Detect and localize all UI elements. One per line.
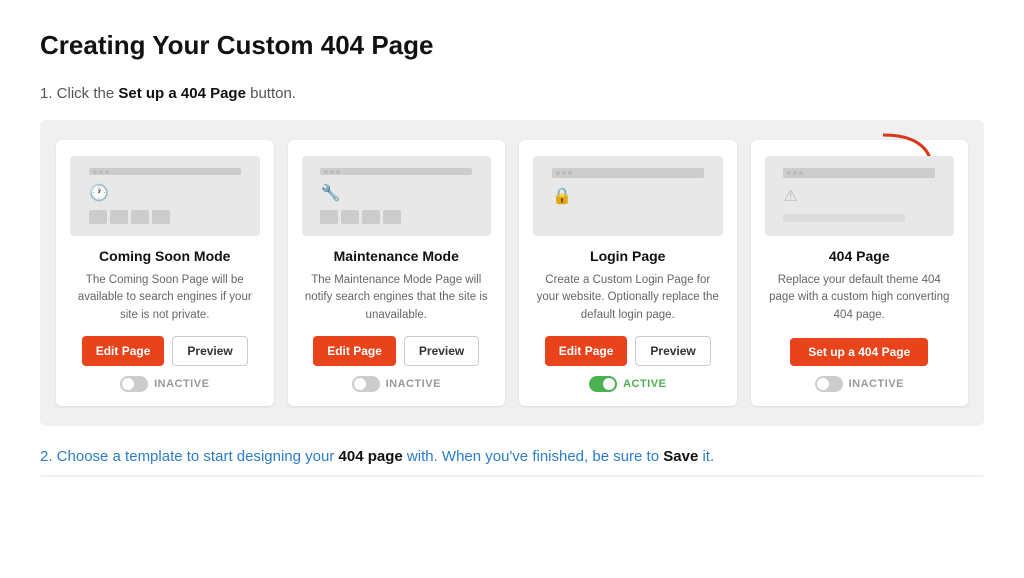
404-toggle[interactable] bbox=[815, 376, 843, 392]
bottom-divider bbox=[40, 475, 984, 477]
cards-row: 🕐 Coming Soon Mode The Coming bbox=[56, 140, 968, 406]
404-title: 404 Page bbox=[829, 248, 890, 264]
wrench-icon: 🔧 bbox=[320, 183, 340, 203]
page-title: Creating Your Custom 404 Page bbox=[40, 30, 984, 61]
lock-icon: 🔒 bbox=[552, 186, 572, 206]
maintenance-toggle[interactable] bbox=[352, 376, 380, 392]
setup-404-button[interactable]: Set up a 404 Page bbox=[790, 338, 928, 366]
coming-soon-buttons: Edit Page Preview bbox=[82, 336, 248, 366]
maintenance-preview-button[interactable]: Preview bbox=[404, 336, 479, 366]
maintenance-buttons: Edit Page Preview bbox=[313, 336, 479, 366]
coming-soon-preview-button[interactable]: Preview bbox=[172, 336, 247, 366]
coming-soon-toggle[interactable] bbox=[120, 376, 148, 392]
coming-soon-title: Coming Soon Mode bbox=[99, 248, 230, 264]
cards-panel: 🕐 Coming Soon Mode The Coming bbox=[40, 120, 984, 426]
coming-soon-desc: The Coming Soon Page will be available t… bbox=[70, 272, 260, 324]
clock-icon: 🕐 bbox=[89, 183, 109, 203]
coming-soon-card: 🕐 Coming Soon Mode The Coming bbox=[56, 140, 274, 406]
maintenance-title: Maintenance Mode bbox=[334, 248, 459, 264]
404-status: INACTIVE bbox=[815, 376, 904, 392]
maintenance-desc: The Maintenance Mode Page will notify se… bbox=[302, 272, 492, 324]
login-desc: Create a Custom Login Page for your webs… bbox=[533, 272, 723, 324]
login-preview-button[interactable]: Preview bbox=[635, 336, 710, 366]
maintenance-status: INACTIVE bbox=[352, 376, 441, 392]
maintenance-illustration: 🔧 bbox=[302, 156, 492, 236]
login-buttons: Edit Page Preview bbox=[545, 336, 711, 366]
login-illustration: 🔒 bbox=[533, 156, 723, 236]
login-card: 🔒 Login Page Create a Custom Login Page … bbox=[519, 140, 737, 406]
login-title: Login Page bbox=[590, 248, 665, 264]
coming-soon-edit-button[interactable]: Edit Page bbox=[82, 336, 165, 366]
maintenance-card: 🔧 Maintenance Mode The Mainten bbox=[288, 140, 506, 406]
coming-soon-illustration: 🕐 bbox=[70, 156, 260, 236]
login-toggle[interactable] bbox=[589, 376, 617, 392]
maintenance-edit-button[interactable]: Edit Page bbox=[313, 336, 396, 366]
warning-icon: ⚠ bbox=[783, 186, 797, 206]
404-illustration: ⚠ bbox=[765, 156, 955, 236]
login-status: ACTIVE bbox=[589, 376, 666, 392]
404-desc: Replace your default theme 404 page with… bbox=[765, 272, 955, 326]
login-edit-button[interactable]: Edit Page bbox=[545, 336, 628, 366]
step1-instruction: 1. Click the Set up a 404 Page button. bbox=[40, 85, 984, 102]
404-card: ⚠ 404 Page Replace your default theme 40… bbox=[751, 140, 969, 406]
step2-instruction: 2. Choose a template to start designing … bbox=[40, 448, 984, 465]
coming-soon-status: INACTIVE bbox=[120, 376, 209, 392]
